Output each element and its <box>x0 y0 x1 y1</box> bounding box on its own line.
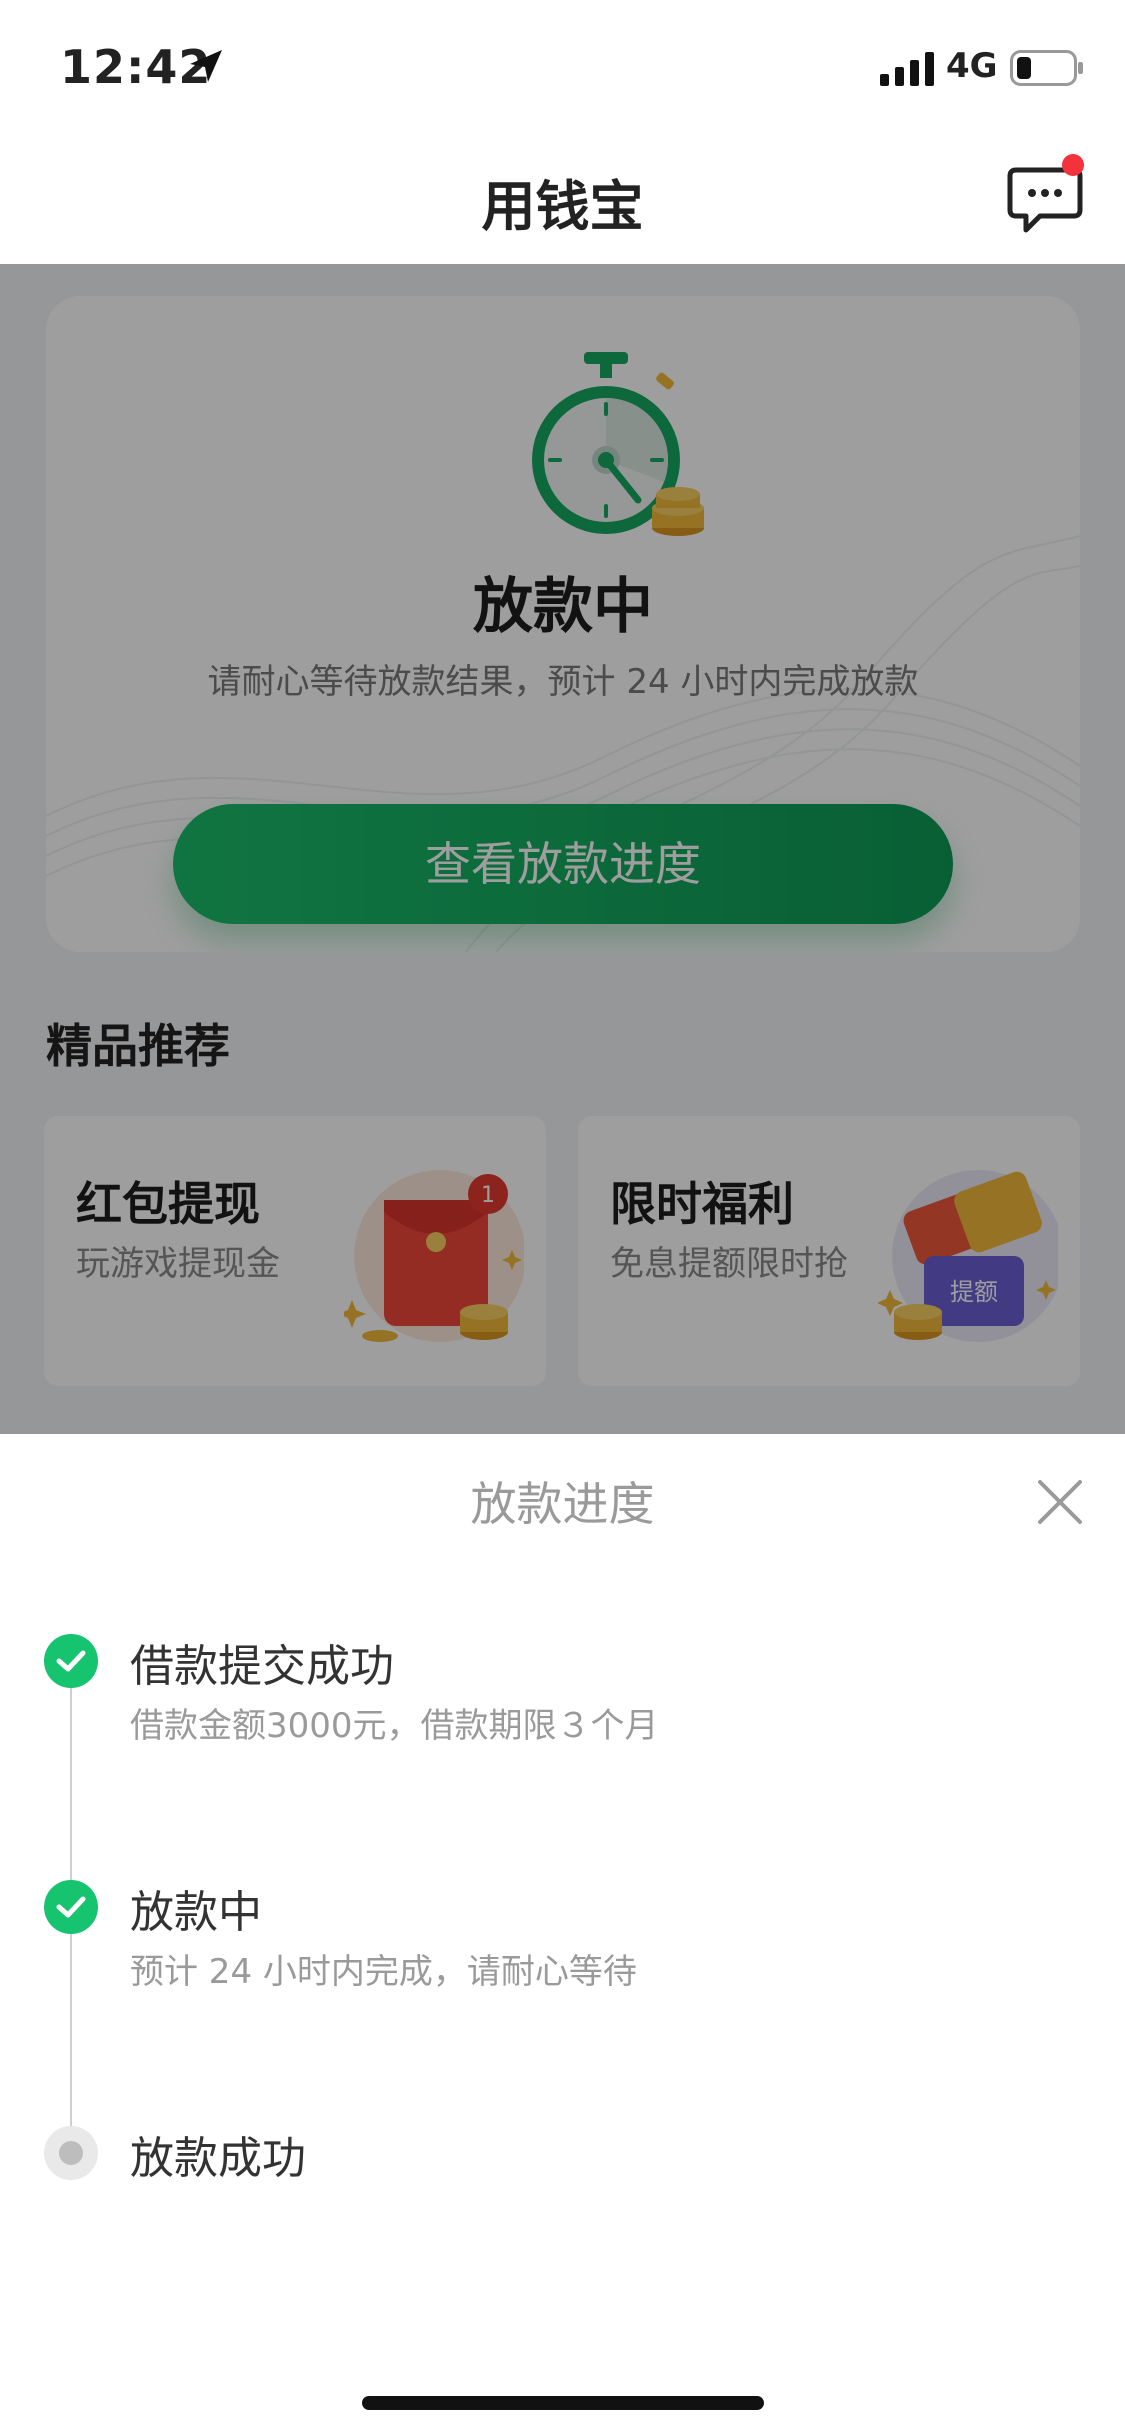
home-indicator[interactable] <box>362 2396 764 2410</box>
signal-icon <box>880 52 934 86</box>
step-title: 借款提交成功 <box>130 1641 394 1692</box>
status-bar: 12:42 4G <box>0 0 1125 132</box>
step-title: 放款成功 <box>130 2133 306 2184</box>
pending-dot-icon <box>44 2126 98 2180</box>
step-title: 放款中 <box>130 1887 262 1938</box>
step-desc: 预计 24 小时内完成，请耐心等待 <box>130 1952 637 1992</box>
check-circle-icon <box>44 1880 98 1934</box>
location-arrow-icon <box>190 50 222 82</box>
unread-dot <box>1062 154 1084 176</box>
progress-sheet: 放款进度 借款提交成功 借款金额3000元，借款期限３个月 放款中 预计 24 … <box>0 1434 1125 2436</box>
step-desc: 借款金额3000元，借款期限３个月 <box>130 1706 659 1746</box>
nav-bar: 用钱宝 <box>0 132 1125 264</box>
check-circle-icon <box>44 1634 98 1688</box>
battery-icon <box>1010 50 1083 86</box>
page-title: 用钱宝 <box>481 175 644 238</box>
sheet-title: 放款进度 <box>470 1477 655 1531</box>
close-icon[interactable] <box>1036 1478 1084 1526</box>
network-type: 4G <box>946 46 998 86</box>
modal-overlay[interactable] <box>0 264 1125 1434</box>
